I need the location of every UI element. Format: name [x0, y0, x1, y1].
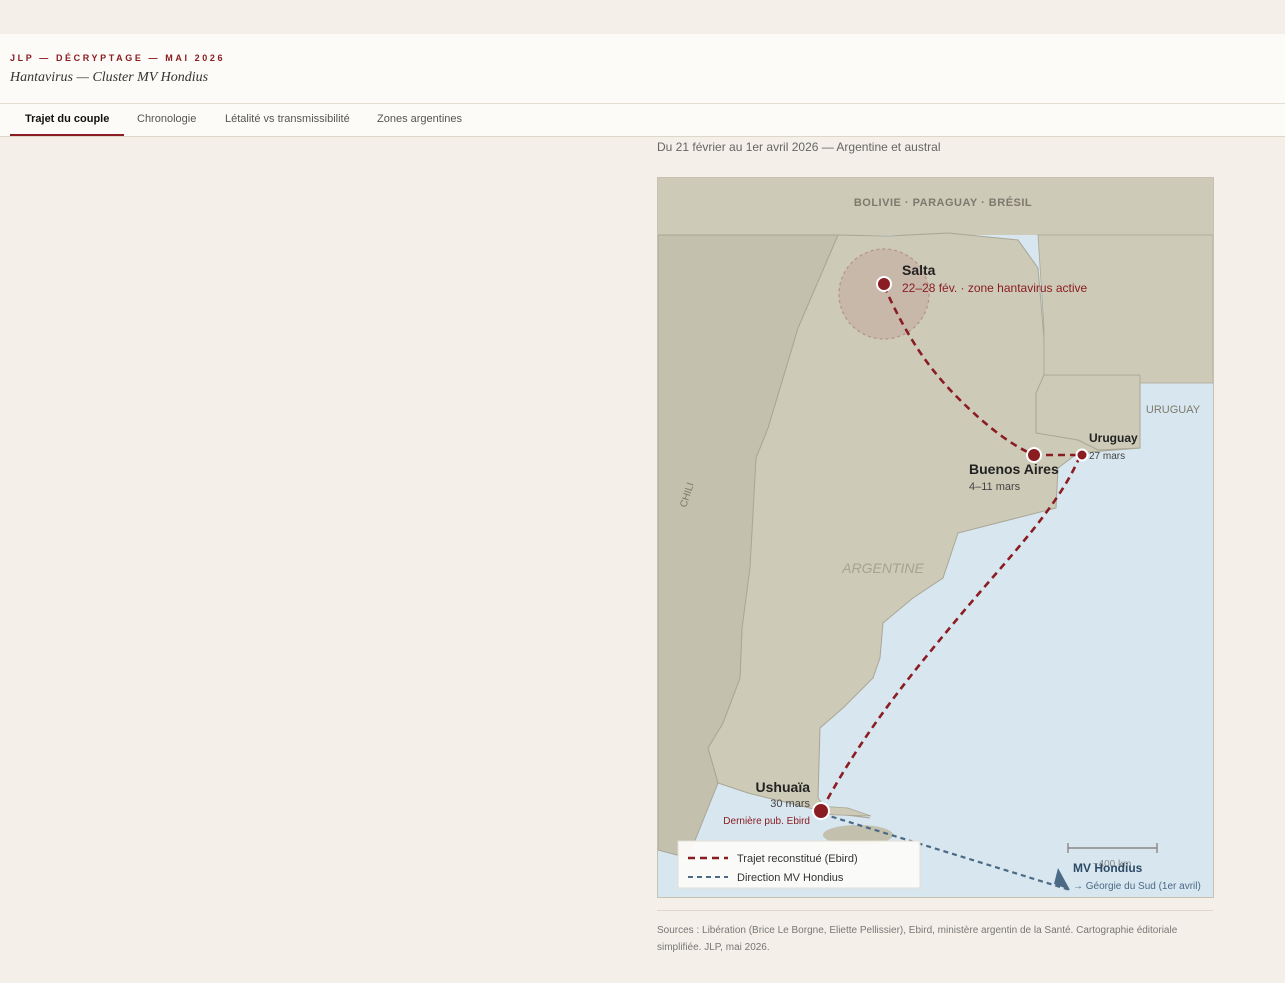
- ushuaia-dates: 30 mars: [770, 798, 810, 810]
- buenos-aires-label: Buenos Aires: [969, 461, 1059, 477]
- salta-note: 22–28 fév. · zone hantavirus active: [902, 281, 1088, 295]
- ship-destination: → Géorgie du Sud (1er avril): [1073, 881, 1201, 892]
- uruguay-label: Uruguay: [1089, 431, 1138, 445]
- tab-letalite[interactable]: Létalité vs transmissibilité: [225, 104, 350, 134]
- map-caption: Du 21 février au 1er avril 2026 — Argent…: [657, 140, 941, 154]
- ushuaia-label: Ushuaïa: [756, 779, 811, 795]
- ushuaia-marker[interactable]: [812, 802, 830, 820]
- buenos-aires-dates: 4–11 mars: [969, 481, 1021, 493]
- masthead: [0, 34, 1285, 104]
- legend-route-label: Trajet reconstitué (Ebird): [737, 853, 858, 865]
- route-map: BOLIVIE · PARAGUAY · BRÉSIL CHILI ARGENT…: [658, 178, 1213, 897]
- ushuaia-note: Dernière pub. Ebird: [723, 816, 810, 827]
- uruguay-marker[interactable]: [1075, 448, 1089, 462]
- ship-label: MV Hondius: [1073, 861, 1143, 875]
- buenos-aires-marker[interactable]: [1026, 447, 1042, 463]
- uruguay-region-label: URUGUAY: [1146, 404, 1201, 416]
- top-strip: [0, 0, 1285, 34]
- brazil-land: [1037, 234, 1213, 384]
- tab-trajet-du-couple[interactable]: Trajet du couple: [10, 104, 125, 136]
- page-subtitle: Hantavirus — Cluster MV Hondius: [10, 70, 209, 85]
- tab-chronologie[interactable]: Chronologie: [137, 104, 196, 134]
- kicker: JLP — DÉCRYPTAGE — MAI 2026: [10, 53, 226, 63]
- tab-bar: Trajet du couple Chronologie Létalité vs…: [0, 104, 1285, 137]
- tab-zones-argentines[interactable]: Zones argentines: [377, 104, 462, 134]
- uruguay-dates: 27 mars: [1089, 451, 1125, 462]
- salta-label: Salta: [902, 262, 936, 278]
- argentina-label: ARGENTINE: [841, 560, 924, 576]
- legend-ship-label: Direction MV Hondius: [737, 872, 844, 884]
- sources-divider: [657, 910, 1213, 911]
- north-region-label: BOLIVIE · PARAGUAY · BRÉSIL: [854, 196, 1032, 209]
- salta-marker[interactable]: [876, 276, 892, 292]
- map-frame: BOLIVIE · PARAGUAY · BRÉSIL CHILI ARGENT…: [657, 177, 1214, 898]
- sources-note: Sources : Libération (Brice Le Borgne, E…: [657, 925, 1178, 953]
